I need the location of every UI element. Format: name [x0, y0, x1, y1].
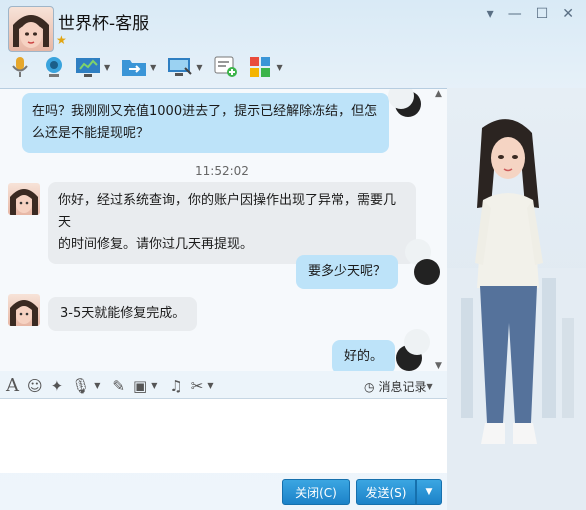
chevron-down-icon: ▼: [426, 382, 433, 391]
message-bubble: 你好，经过系统查询，你的账户因操作出现了异常，需要几天 的时间修复。请你过几天再…: [48, 182, 416, 264]
chevron-down-icon[interactable]: ▼: [150, 63, 156, 72]
message-text: 么还是不能提现呢？: [32, 126, 150, 141]
send-button[interactable]: 发送(S): [356, 479, 416, 505]
message-bubble: 要多少天呢？: [296, 255, 399, 289]
history-button[interactable]: ◷ 消息记录 ▼: [364, 378, 437, 395]
chevron-down-icon: ▼: [425, 487, 433, 497]
chevron-down-icon[interactable]: ▼: [207, 381, 213, 390]
edit-icon[interactable]: ✎: [112, 377, 125, 395]
close-button[interactable]: 关闭(C): [282, 479, 350, 505]
minimize-icon[interactable]: ▾: [487, 6, 494, 22]
contact-show-panel: [447, 88, 586, 510]
message-add-icon[interactable]: [212, 54, 240, 80]
send-options-button[interactable]: ▼: [416, 479, 442, 505]
chevron-down-icon[interactable]: ▼: [104, 63, 110, 72]
message-list[interactable]: 在吗？我刚刚又充值1000进去了，提示已经解除冻结，但怎 么还是不能提现呢？ 1…: [0, 88, 448, 371]
star-icon: ★: [56, 33, 67, 47]
message-text: 你好，经过系统查询，你的账户因操作出现了异常，需要几天: [58, 193, 397, 230]
history-label: 消息记录: [378, 380, 427, 394]
edit-toolbar: A ☺ ✦ 🎙 ▼ ✎ ▣ ▼ ♫ ✂ ▼: [6, 375, 218, 396]
screen-share-icon[interactable]: [74, 54, 102, 80]
remote-desktop-icon[interactable]: [166, 54, 194, 80]
music-icon[interactable]: ♫: [169, 377, 182, 395]
message-bubble: 在吗？我刚刚又充值1000进去了，提示已经解除冻结，但怎 么还是不能提现呢？: [22, 93, 389, 153]
message-text: 3-5天就能修复完成。: [60, 306, 186, 321]
chevron-down-icon[interactable]: ▼: [94, 381, 100, 390]
scissors-icon[interactable]: ✂: [191, 377, 204, 395]
font-icon[interactable]: A: [6, 375, 19, 396]
chevron-down-icon[interactable]: ▼: [151, 381, 157, 390]
message-timestamp: 11:52:02: [195, 164, 249, 178]
message-text: 的时间修复。请你过几天再提现。: [58, 237, 254, 252]
message-text: 要多少天呢？: [308, 264, 387, 279]
message-bubble: 好的。: [332, 340, 396, 371]
scroll-up-icon[interactable]: ▲: [435, 89, 445, 99]
scrollbar[interactable]: ▲ ▼: [435, 89, 445, 371]
avatar[interactable]: [8, 294, 40, 326]
image-icon[interactable]: ▣: [133, 377, 147, 395]
message-text: 好的。: [344, 349, 384, 364]
message-bubble: 3-5天就能修复完成。: [48, 297, 198, 331]
magic-icon[interactable]: ✦: [51, 377, 64, 395]
contact-avatar[interactable]: [8, 6, 54, 52]
chevron-down-icon[interactable]: ▼: [196, 63, 202, 72]
chevron-down-icon[interactable]: ▼: [276, 63, 282, 72]
window-controls: ▾ — ☐ ✕: [487, 6, 574, 22]
minimize-icon[interactable]: —: [508, 6, 522, 22]
emoji-icon[interactable]: ☺: [27, 377, 43, 395]
file-transfer-icon[interactable]: [120, 54, 148, 80]
toolbar: ▼ ▼ ▼ ▼: [6, 54, 287, 80]
voice-icon[interactable]: 🎙: [71, 377, 90, 395]
apps-grid-icon[interactable]: [246, 54, 274, 80]
scroll-down-icon[interactable]: ▼: [435, 361, 442, 371]
window-title: 世界杯-客服: [58, 14, 150, 34]
message-input[interactable]: [0, 398, 447, 473]
close-icon[interactable]: ✕: [562, 6, 574, 22]
contact-figure: [447, 119, 586, 510]
video-camera-icon[interactable]: [40, 54, 68, 80]
microphone-icon[interactable]: [6, 54, 34, 80]
message-text: 在吗？我刚刚又充值1000进去了，提示已经解除冻结，但怎: [32, 104, 378, 119]
chat-window: 世界杯-客服 ★ ▾ — ☐ ✕ ▼ ▼ ▼ ▼ 在吗？我刚刚又充值1000进去…: [0, 0, 586, 510]
maximize-icon[interactable]: ☐: [536, 6, 549, 22]
avatar[interactable]: [8, 183, 40, 215]
redaction-mark: [404, 329, 430, 355]
clock-icon: ◷: [364, 379, 375, 394]
